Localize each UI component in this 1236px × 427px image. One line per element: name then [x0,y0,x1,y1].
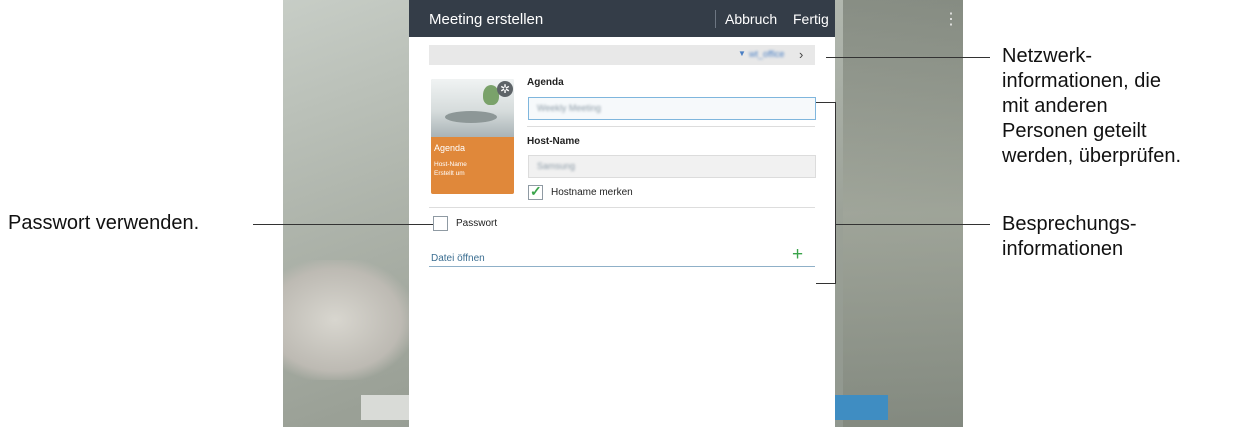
callout-line-meeting [835,224,990,225]
divider [527,126,815,127]
host-name-field[interactable]: Samsung [528,155,816,178]
host-name-value: Samsung [537,161,576,171]
callout-bracket-bottom [816,283,836,284]
callout-network-line: informationen, die [1002,70,1161,92]
create-meeting-dialog: Meeting erstellen Abbruch Fertig ▼ wt_of… [409,0,835,427]
done-button[interactable]: Fertig [793,11,829,27]
dialog-titlebar: Meeting erstellen Abbruch Fertig [409,0,835,37]
callout-network-line: Netzwerk- [1002,45,1093,67]
callout-meeting-info: Besprechungs- informationen [1002,212,1137,262]
open-file-underline [429,266,815,267]
password-checkbox[interactable] [433,216,448,231]
callout-bracket-vertical [835,102,836,284]
callout-network-line: Personen geteilt [1002,120,1147,142]
wifi-icon: ▼ [738,49,746,58]
agenda-field[interactable]: Weekly Meeting [528,97,816,120]
network-ssid: wt_office [749,49,785,59]
background-button [361,395,409,420]
gear-icon[interactable]: ✲ [497,81,513,97]
callout-line-password [253,224,433,225]
plus-icon[interactable]: + [792,245,803,264]
thumbnail-info-panel: Agenda Host-Name Erstellt um [431,137,514,194]
cancel-button[interactable]: Abbruch [725,11,777,27]
background-detail [283,260,413,380]
dialog-title: Meeting erstellen [429,11,544,28]
open-file-link[interactable]: Datei öffnen [431,253,485,264]
callout-network-line: werden, überprüfen. [1002,145,1182,167]
callout-meeting-line: informationen [1002,238,1124,260]
thumbnail-host: Host-Name [434,161,467,168]
agenda-value: Weekly Meeting [537,103,601,113]
callout-meeting-line: Besprechungs- [1002,213,1137,235]
callout-bracket-top [816,102,836,103]
password-label: Passwort [456,218,498,229]
meeting-room-image-detail [445,111,497,123]
background-detail [843,0,963,427]
titlebar-divider [715,10,716,28]
chevron-right-icon: › [799,47,804,62]
remember-host-checkbox[interactable]: ✓ [528,183,543,200]
network-info-bar[interactable]: ▼ wt_office › [429,45,815,65]
remember-host-label: Hostname merken [551,187,633,198]
divider [429,207,815,208]
background-button [828,395,888,420]
more-vert-icon[interactable]: ⋮ [943,12,959,28]
thumbnail-created: Erstellt um [434,170,465,177]
callout-network-info: Netzwerk- informationen, die mit anderen… [1002,44,1181,169]
callout-network-line: mit anderen [1002,95,1108,117]
agenda-label: Agenda [527,77,564,88]
host-name-label: Host-Name [527,136,580,147]
thumbnail-title: Agenda [434,143,466,153]
callout-line-network [826,57,990,58]
check-icon: ✓ [530,183,542,199]
meeting-thumbnail[interactable]: ✲ Agenda Host-Name Erstellt um [431,79,514,194]
callout-use-password: Passwort verwenden. [8,212,200,234]
